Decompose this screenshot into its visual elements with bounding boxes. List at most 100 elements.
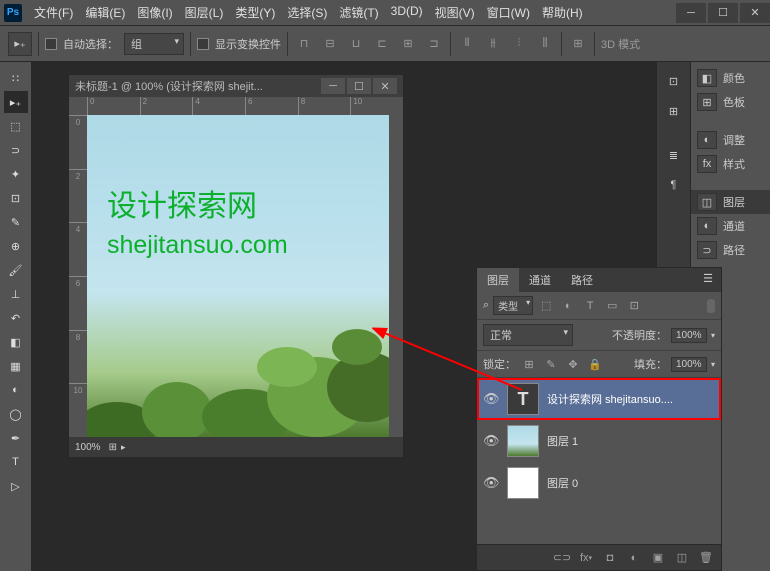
type-tool[interactable]: T <box>4 451 28 473</box>
distribute-icon4[interactable]: ⫼ <box>535 34 555 54</box>
close-button[interactable]: ✕ <box>740 3 770 23</box>
lock-image-icon[interactable]: ✎ <box>542 355 560 373</box>
align-left-icon[interactable]: ⊏ <box>372 34 392 54</box>
menu-item[interactable]: 帮助(H) <box>536 0 589 25</box>
brush-tool[interactable]: 🖌 <box>4 259 28 281</box>
crop-tool[interactable]: ⊡ <box>4 187 28 209</box>
doc-close[interactable]: ✕ <box>373 78 397 94</box>
fill-value[interactable]: 100% <box>671 357 707 372</box>
auto-select-dropdown[interactable]: 组 <box>124 33 184 55</box>
channels-panel-button[interactable]: ◐ 通道 <box>691 214 770 238</box>
align-hcenter-icon[interactable]: ⊞ <box>398 34 418 54</box>
distribute-icon2[interactable]: ⫵ <box>483 34 503 54</box>
visibility-toggle[interactable]: 👁 <box>483 391 499 407</box>
filter-pixel-icon[interactable]: ⬚ <box>537 297 555 315</box>
dodge-tool[interactable]: ◯ <box>4 403 28 425</box>
layer-style-icon[interactable]: fx▾ <box>577 549 595 567</box>
color-panel-button[interactable]: ◧ 颜色 <box>691 66 770 90</box>
new-layer-icon[interactable]: ◫ <box>673 549 691 567</box>
lasso-tool[interactable]: ⊃ <box>4 139 28 161</box>
auto-select-checkbox[interactable] <box>45 38 57 50</box>
panel-menu-icon[interactable]: ☰ <box>695 268 721 292</box>
delete-layer-icon[interactable]: 🗑 <box>697 549 715 567</box>
show-transform-checkbox[interactable] <box>197 38 209 50</box>
gradient-tool[interactable]: ▦ <box>4 355 28 377</box>
menu-item[interactable]: 3D(D) <box>385 0 429 25</box>
layers-panel-button[interactable]: ◫ 图层 <box>691 190 770 214</box>
panel-tab[interactable]: 图层 <box>477 268 519 292</box>
doc-minimize[interactable]: ─ <box>321 78 345 94</box>
filter-type-icon[interactable]: T <box>581 297 599 315</box>
zoom-level[interactable]: 100% <box>75 442 101 453</box>
minimize-button[interactable]: ─ <box>676 3 706 23</box>
canvas[interactable]: 设计探索网 shejitansuo.com <box>87 115 389 437</box>
layer-thumbnail[interactable]: T <box>507 383 539 415</box>
paths-panel-button[interactable]: ⊃ 路径 <box>691 238 770 262</box>
align-bottom-icon[interactable]: ⊔ <box>346 34 366 54</box>
opacity-value[interactable]: 100% <box>671 328 707 343</box>
blend-mode-dropdown[interactable]: 正常 <box>483 324 573 346</box>
menu-item[interactable]: 图层(L) <box>179 0 230 25</box>
history-brush-tool[interactable]: ↶ <box>4 307 28 329</box>
blur-tool[interactable]: ◐ <box>4 379 28 401</box>
visibility-toggle[interactable]: 👁 <box>483 433 499 449</box>
layer-name[interactable]: 图层 0 <box>547 475 578 491</box>
menu-item[interactable]: 滤镜(T) <box>333 0 384 25</box>
distribute-icon3[interactable]: ⫶ <box>509 34 529 54</box>
align-right-icon[interactable]: ⊐ <box>424 34 444 54</box>
distribute-icon[interactable]: ⫴ <box>457 34 477 54</box>
filter-adjust-icon[interactable]: ◐ <box>559 297 577 315</box>
menu-item[interactable]: 图像(I) <box>131 0 178 25</box>
filter-shape-icon[interactable]: ▭ <box>603 297 621 315</box>
lock-all-icon[interactable]: 🔒 <box>586 355 604 373</box>
filter-toggle[interactable] <box>707 299 715 313</box>
eyedropper-tool[interactable]: ✎ <box>4 211 28 233</box>
collapsed-tab-2[interactable]: ⊞ <box>661 98 687 124</box>
layer-name[interactable]: 图层 1 <box>547 433 578 449</box>
swatches-panel-button[interactable]: ⊞ 色板 <box>691 90 770 114</box>
align-top-icon[interactable]: ⊓ <box>294 34 314 54</box>
path-select-tool[interactable]: ▷ <box>4 475 28 497</box>
link-layers-icon[interactable]: ⊂⊃ <box>553 549 571 567</box>
wand-tool[interactable]: ✦ <box>4 163 28 185</box>
status-icon[interactable]: ⊞ <box>109 442 117 453</box>
lock-transparency-icon[interactable]: ⊞ <box>520 355 538 373</box>
layer-name[interactable]: 设计探索网 shejitansuo.... <box>547 391 673 407</box>
maximize-button[interactable]: ☐ <box>708 3 738 23</box>
healing-tool[interactable]: ⊕ <box>4 235 28 257</box>
menu-item[interactable]: 文件(F) <box>28 0 79 25</box>
menu-item[interactable]: 窗口(W) <box>481 0 536 25</box>
menu-item[interactable]: 选择(S) <box>281 0 333 25</box>
auto-align-icon[interactable]: ⊞ <box>568 34 588 54</box>
layer-group-icon[interactable]: ▣ <box>649 549 667 567</box>
layer-thumbnail[interactable] <box>507 467 539 499</box>
eraser-tool[interactable]: ◧ <box>4 331 28 353</box>
collapsed-tab-4[interactable]: ¶ <box>661 172 687 198</box>
collapsed-tab-1[interactable]: ⊡ <box>661 68 687 94</box>
styles-panel-button[interactable]: fx 样式 <box>691 152 770 176</box>
move-tool[interactable]: ▸₊ <box>4 91 28 113</box>
layer-thumbnail[interactable] <box>507 425 539 457</box>
panel-tab[interactable]: 路径 <box>561 268 603 292</box>
pen-tool[interactable]: ✒ <box>4 427 28 449</box>
marquee-tool[interactable]: ⬚ <box>4 115 28 137</box>
layer-row[interactable]: 👁 图层 1 <box>477 420 721 462</box>
doc-maximize[interactable]: ☐ <box>347 78 371 94</box>
menu-item[interactable]: 编辑(E) <box>79 0 131 25</box>
adjustments-panel-button[interactable]: ◐ 调整 <box>691 128 770 152</box>
panel-tab[interactable]: 通道 <box>519 268 561 292</box>
layer-mask-icon[interactable]: ◘ <box>601 549 619 567</box>
lock-position-icon[interactable]: ✥ <box>564 355 582 373</box>
filter-type-dropdown[interactable]: 类型 <box>493 296 533 315</box>
menu-item[interactable]: 类型(Y) <box>229 0 281 25</box>
collapsed-tab-3[interactable]: ≣ <box>661 142 687 168</box>
layer-row[interactable]: 👁 T 设计探索网 shejitansuo.... <box>477 378 721 420</box>
filter-smart-icon[interactable]: ⊡ <box>625 297 643 315</box>
adjustment-layer-icon[interactable]: ◐ <box>625 549 643 567</box>
layer-row[interactable]: 👁 图层 0 <box>477 462 721 504</box>
visibility-toggle[interactable]: 👁 <box>483 475 499 491</box>
align-vcenter-icon[interactable]: ⊟ <box>320 34 340 54</box>
grip-icon[interactable]: ∷ <box>4 67 28 89</box>
menu-item[interactable]: 视图(V) <box>429 0 481 25</box>
move-tool-indicator[interactable]: ▸₊ <box>8 32 32 56</box>
